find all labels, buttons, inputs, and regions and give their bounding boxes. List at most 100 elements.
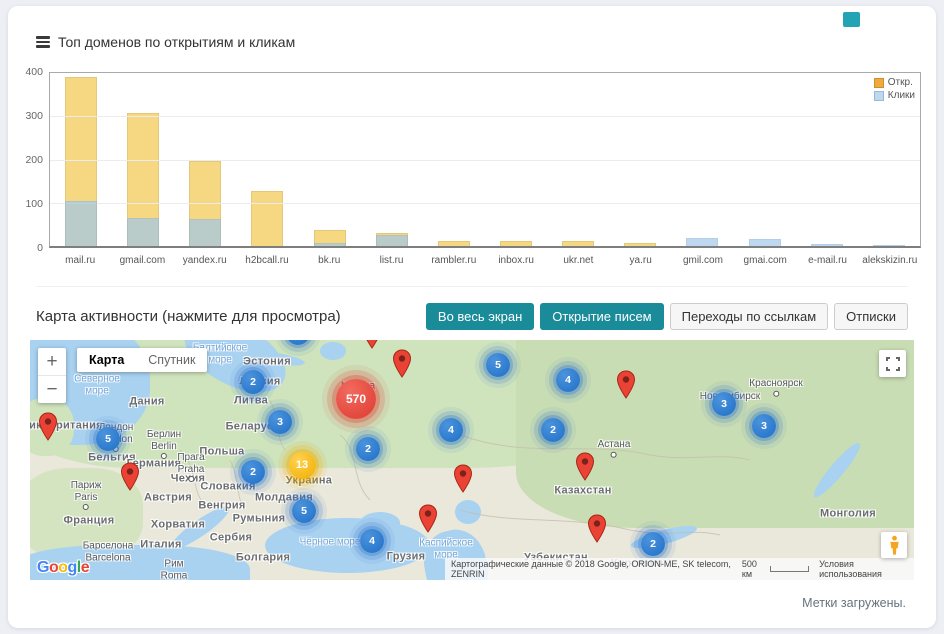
gridline — [50, 160, 920, 161]
map-scale: 500 км — [742, 559, 809, 579]
y-tick-label: 300 — [25, 110, 43, 122]
red-pin-icon — [575, 452, 595, 481]
map-pin-red[interactable] — [575, 452, 595, 486]
map-pin-red[interactable] — [616, 370, 636, 404]
map-fullscreen-button[interactable] — [879, 350, 906, 377]
x-axis-label: h2bcall.ru — [236, 255, 298, 266]
map-cluster-2[interactable]: 2 — [356, 437, 380, 461]
x-axis-label: mail.ru — [49, 255, 111, 266]
city-label: Красноярск — [749, 378, 802, 397]
clicks-bar-gmil.com[interactable] — [686, 238, 718, 246]
google-logo[interactable]: Google — [37, 559, 89, 577]
hamburger-icon[interactable] — [36, 36, 50, 48]
map-cluster-5[interactable]: 5 — [486, 353, 510, 377]
zoom-in-button[interactable]: + — [38, 348, 66, 375]
gridline — [50, 203, 920, 204]
map-pin-red[interactable] — [453, 464, 473, 498]
opens-bar-h2bcall.ru[interactable] — [251, 191, 283, 246]
city-label: ПрагаPraha — [177, 452, 204, 482]
map-type-satellite-button[interactable]: Спутник — [136, 348, 207, 372]
map-cluster-13[interactable]: 13 — [289, 452, 316, 479]
country-label: Литва — [234, 395, 268, 408]
opens-bar-ukr.net[interactable] — [562, 241, 594, 246]
opens-bar-rambler.ru[interactable] — [438, 241, 470, 246]
domains-chart: 4003002001000 Откр.Клики mail.rugmail.co… — [22, 66, 922, 266]
map-cluster-2[interactable]: 2 — [541, 418, 565, 442]
country-label: Эстония — [243, 356, 291, 369]
clicks-bar-bk.ru[interactable] — [314, 243, 346, 246]
x-axis-label: e-mail.ru — [796, 255, 858, 266]
x-axis-label: rambler.ru — [423, 255, 485, 266]
chart-legend: Откр. Клики — [874, 77, 915, 103]
y-tick-label: 400 — [25, 66, 43, 78]
google-logo-letter: g — [68, 559, 77, 576]
map-pin-red[interactable] — [418, 504, 438, 538]
activity-map[interactable]: СеверноемореБалтийскоемореЧёрное мореКас… — [30, 340, 914, 580]
chart-title: Топ доменов по открытиям и кликам — [58, 34, 295, 50]
red-pin-icon — [587, 514, 607, 543]
map-cluster-570[interactable]: 570 — [336, 379, 376, 419]
google-logo-letter: G — [37, 559, 49, 576]
map-cluster-4[interactable]: 4 — [360, 529, 384, 553]
map-zoom-control: + − — [38, 348, 66, 403]
opens-bar-inbox.ru[interactable] — [500, 241, 532, 246]
map-cluster-3[interactable]: 3 — [712, 392, 736, 416]
opens-bar-ya.ru[interactable] — [624, 243, 656, 246]
clicks-bar-e-mail.ru[interactable] — [811, 244, 843, 246]
y-tick-label: 200 — [25, 154, 43, 166]
clicks-bar-yandex.ru[interactable] — [189, 219, 221, 246]
x-axis-label: inbox.ru — [485, 255, 547, 266]
country-label: Хорватия — [151, 519, 205, 532]
map-button-переходы-по-ссылкам[interactable]: Переходы по ссылкам — [670, 303, 829, 330]
map-cluster-3[interactable]: 3 — [752, 414, 776, 438]
clicks-bar-list.ru[interactable] — [376, 235, 408, 246]
map-pin-red[interactable] — [392, 349, 412, 383]
map-cluster-2[interactable]: 2 — [241, 370, 265, 394]
map-section-header: Карта активности (нажмите для просмотра)… — [36, 286, 908, 330]
map-title: Карта активности (нажмите для просмотра) — [36, 308, 341, 325]
map-pin-red[interactable] — [362, 340, 382, 354]
terms-link[interactable]: Условия использования — [819, 559, 908, 579]
map-cluster-4[interactable]: 4 — [556, 368, 580, 392]
clicks-bar-alekskizin.ru[interactable] — [873, 245, 905, 246]
legend-item-clicks[interactable]: Клики — [874, 90, 915, 101]
pegman-icon — [889, 535, 900, 556]
map-button-во-весь-экран[interactable]: Во весь экран — [426, 303, 534, 330]
map-cluster-5[interactable]: 5 — [292, 499, 316, 523]
scale-bar — [770, 566, 809, 572]
country-label: Монголия — [820, 508, 876, 521]
country-label: Австрия — [144, 492, 192, 505]
zoom-out-button[interactable]: − — [38, 375, 66, 403]
map-cluster-3[interactable]: 3 — [268, 410, 292, 434]
sea-label: Северноеморе — [74, 374, 120, 397]
x-axis-label: ya.ru — [610, 255, 672, 266]
header-teal-icon[interactable] — [843, 12, 860, 27]
chart-plot-area: Откр. Клики — [49, 72, 921, 248]
map-pin-red[interactable] — [120, 462, 140, 496]
attribution-text: Картографические данные © 2018 Google, O… — [451, 559, 732, 579]
street-view-pegman-button[interactable] — [881, 532, 907, 558]
map-type-control: Карта Спутник — [77, 348, 207, 372]
fullscreen-icon — [886, 357, 900, 371]
clicks-bar-mail.ru[interactable] — [65, 201, 97, 246]
chart-y-axis: 4003002001000 — [22, 72, 46, 248]
map-type-map-button[interactable]: Карта — [77, 348, 136, 372]
map-attribution-bar: Картографические данные © 2018 Google, O… — [445, 558, 914, 580]
x-axis-label: bk.ru — [298, 255, 360, 266]
map-cluster-5[interactable]: 5 — [96, 427, 120, 451]
google-logo-letter: o — [49, 559, 58, 576]
map-cluster-4[interactable]: 4 — [439, 418, 463, 442]
x-axis-label: yandex.ru — [174, 255, 236, 266]
clicks-bar-gmail.com[interactable] — [127, 218, 159, 246]
map-button-открытие-писем[interactable]: Открытие писем — [540, 303, 663, 330]
legend-item-opens[interactable]: Откр. — [874, 77, 915, 88]
map-pin-red[interactable] — [38, 412, 58, 446]
map-pin-red[interactable] — [587, 514, 607, 548]
map-cluster-2[interactable]: 2 — [641, 532, 665, 556]
red-pin-icon — [616, 370, 636, 399]
map-cluster-2[interactable]: 2 — [241, 460, 265, 484]
clicks-bar-gmai.com[interactable] — [749, 239, 781, 246]
red-pin-icon — [453, 464, 473, 493]
google-logo-letter: e — [81, 559, 89, 576]
map-button-отписки[interactable]: Отписки — [834, 303, 908, 330]
